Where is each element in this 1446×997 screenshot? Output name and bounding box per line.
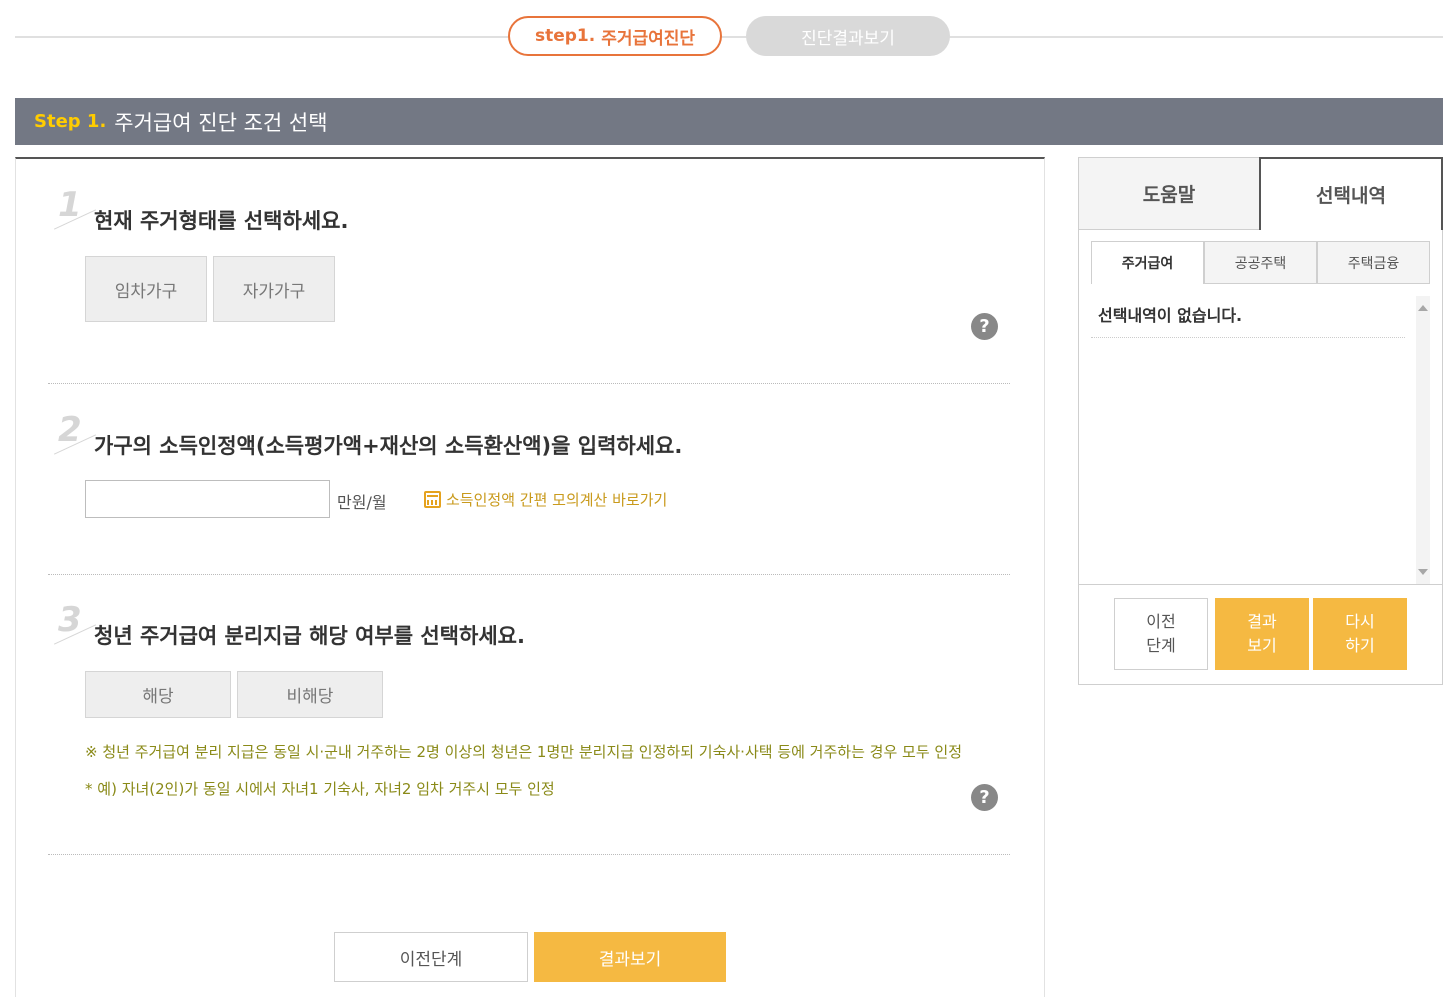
header-title: 주거급여 진단 조건 선택 <box>114 110 328 135</box>
option-owner-household[interactable]: 자가가구 <box>213 256 335 322</box>
list-divider <box>1091 337 1405 338</box>
selection-list: 선택내역이 없습니다. <box>1091 296 1430 584</box>
tab-help[interactable]: 도움말 <box>1078 157 1259 230</box>
subtab-public-housing[interactable]: 공공주택 <box>1204 241 1317 284</box>
side-previous-step-button[interactable]: 이전 단계 <box>1114 598 1208 670</box>
divider <box>48 383 1010 384</box>
q3-help-icon[interactable]: ? <box>971 784 998 811</box>
subtab-housing-benefit[interactable]: 주거급여 <box>1091 241 1204 284</box>
income-calculator-link-label: 소득인정액 간편 모의계산 바로가기 <box>446 491 668 509</box>
q1-help-icon[interactable]: ? <box>971 313 998 340</box>
q2-title: 가구의 소득인정액(소득평가액+재산의 소득환산액)을 입력하세요. <box>94 434 683 458</box>
q2-number: 2 <box>58 410 82 450</box>
step2-indicator: 진단결과보기 <box>746 16 950 56</box>
side-restart-button[interactable]: 다시 하기 <box>1313 598 1407 670</box>
income-calculator-link[interactable]: 소득인정액 간편 모의계산 바로가기 <box>424 489 667 510</box>
option-not-applicable[interactable]: 비해당 <box>237 671 383 718</box>
youth-split-example: * 예) 자녀(2인)가 동일 시에서 자녀1 기숙사, 자녀2 임차 거주시 … <box>85 780 555 798</box>
side-tab-bar: 도움말 선택내역 <box>1078 157 1443 230</box>
empty-selection-message: 선택내역이 없습니다. <box>1098 306 1243 325</box>
calculator-icon <box>424 491 441 508</box>
step1-indicator: step1. 주거급여진단 <box>508 16 722 56</box>
view-result-button[interactable]: 결과보기 <box>534 932 726 982</box>
step-progress-line <box>15 36 1443 38</box>
option-rental-household[interactable]: 임차가구 <box>85 256 207 322</box>
divider <box>48 854 1010 855</box>
selection-sub-tabs: 주거급여 공공주택 주택금융 <box>1091 241 1430 284</box>
income-unit: 만원/월 <box>337 493 387 512</box>
section-header: Step 1. 주거급여 진단 조건 선택 <box>15 98 1443 145</box>
scroll-up-arrow-icon[interactable] <box>1418 305 1428 311</box>
tab-selection-history[interactable]: 선택내역 <box>1259 157 1443 230</box>
header-step-label: Step 1. <box>34 111 107 132</box>
side-divider <box>1079 584 1442 585</box>
previous-step-button[interactable]: 이전단계 <box>334 932 528 982</box>
income-input[interactable] <box>85 480 330 518</box>
q3-number: 3 <box>58 600 82 640</box>
selection-history-panel: 주거급여 공공주택 주택금융 선택내역이 없습니다. 이전 단계 결과 보기 다… <box>1078 230 1443 685</box>
scrollbar[interactable] <box>1416 296 1430 584</box>
step1-number: step1. <box>534 26 596 46</box>
q1-title: 현재 주거형태를 선택하세요. <box>94 209 349 233</box>
option-applicable[interactable]: 해당 <box>85 671 231 718</box>
subtab-housing-finance[interactable]: 주택금융 <box>1317 241 1430 284</box>
q1-number: 1 <box>58 185 82 225</box>
step2-label: 진단결과보기 <box>801 28 895 49</box>
q3-title: 청년 주거급여 분리지급 해당 여부를 선택하세요. <box>94 624 525 648</box>
youth-split-note: ※ 청년 주거급여 분리 지급은 동일 시·군내 거주하는 2명 이상의 청년은… <box>85 743 962 761</box>
diagnosis-form-panel: 1 현재 주거형태를 선택하세요. 임차가구 자가가구 ? 2 가구의 소득인정… <box>15 157 1045 997</box>
step1-label: 주거급여진단 <box>601 28 696 49</box>
scroll-down-arrow-icon[interactable] <box>1418 569 1428 575</box>
divider <box>48 574 1010 575</box>
side-view-result-button[interactable]: 결과 보기 <box>1215 598 1309 670</box>
